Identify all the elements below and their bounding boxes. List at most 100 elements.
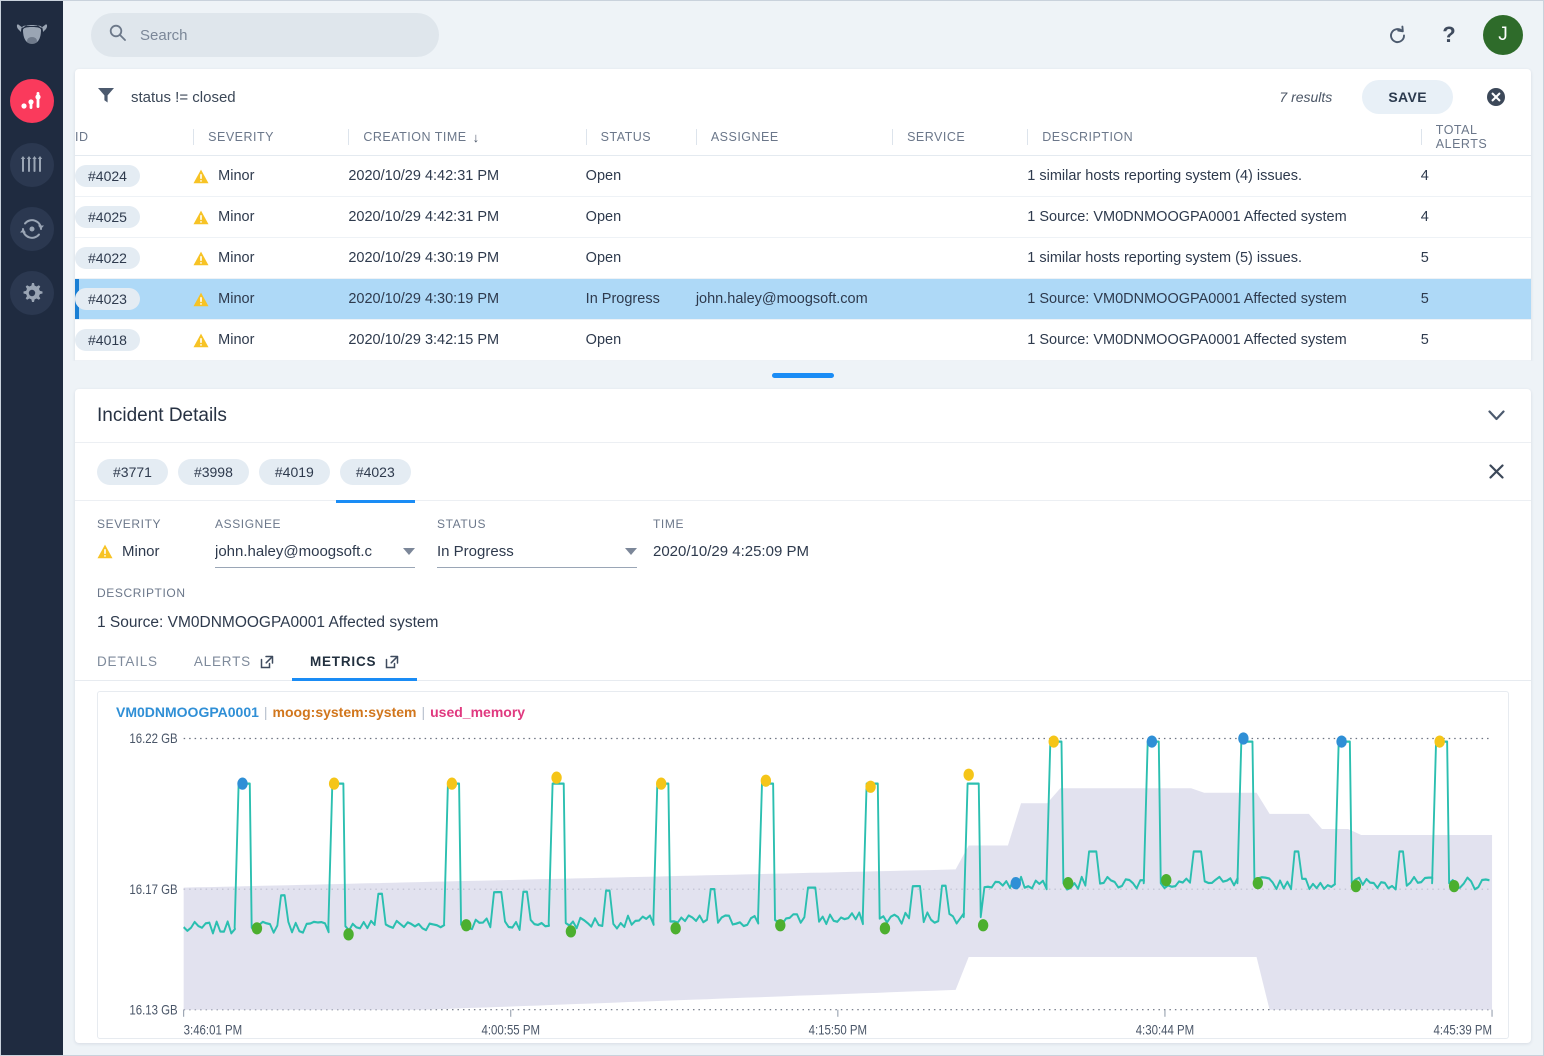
funnel-icon[interactable] [97,86,115,109]
data-point-marker[interactable] [461,919,472,932]
legend-namespace[interactable]: moog:system:system [273,704,417,720]
cell-service [892,155,1028,197]
cell-description: 1 similar hosts reporting system (5) iss… [1027,237,1421,279]
panel-resizer [63,361,1543,389]
column-label: DESCRIPTION [1042,130,1134,144]
incident-id-chip[interactable]: #4024 [75,165,140,187]
incident-id-chip[interactable]: #4022 [75,247,140,269]
cow-logo-icon[interactable] [10,15,54,59]
drag-handle[interactable] [772,372,834,378]
data-point-marker[interactable] [1336,735,1347,748]
data-point-marker[interactable] [1434,735,1445,748]
legend-host[interactable]: VM0DNMOOGPA0001 [116,704,259,720]
data-point-marker[interactable] [551,771,562,784]
column-header-severity[interactable]: SEVERITY [193,125,349,156]
incident-id-tab[interactable]: #4019 [258,458,330,485]
search-input[interactable] [140,26,421,44]
incident-details-panel: Incident Details #3771 #3998 #4019#4023 [75,389,1531,1043]
incident-id-chip[interactable]: #4025 [75,206,140,228]
description-block: DESCRIPTION 1 Source: VM0DNMOOGPA0001 Af… [75,572,1531,632]
incident-id-chip[interactable]: #4023 [75,288,140,310]
severity-value-wrap: Minor [97,543,215,560]
data-point-marker[interactable] [565,925,577,938]
incident-id-tab[interactable]: #4023 [335,458,415,503]
filter-query[interactable]: status != closed [131,89,236,106]
clear-filter-icon[interactable] [1483,84,1509,110]
metrics-chart-wrap: VM0DNMOOGPA0001 | moog:system:system | used_… [75,681,1531,1043]
cell-severity: Minor [193,237,349,279]
data-point-marker[interactable] [343,928,354,941]
data-point-marker[interactable] [1448,880,1460,893]
sidebar-item-incidents[interactable] [10,79,54,123]
cell-creation-time: 2020/10/29 4:42:31 PM [348,155,586,197]
data-point-marker[interactable] [1146,735,1158,748]
column-header-assignee[interactable]: ASSIGNEE [695,125,893,156]
field-assignee: ASSIGNEE john.haley@moogsoft.c [215,517,437,568]
data-point-marker[interactable] [1062,877,1074,890]
cell-assignee [695,196,893,238]
cell-severity: Minor [193,196,349,238]
table-row[interactable]: #4018 Minor 2020/10/29 3:42:15 PM Open 1 Sou… [75,319,1531,361]
chart-plot-area[interactable]: 16.22 GB 16.17 GB 16.13 GB 3:46:01 PM 4:00:5… [106,722,1500,1038]
table-header: ID SEVERITY CREATION TIME ↓ STATUS ASSIGN… [75,123,1531,156]
column-label: STATUS [600,130,652,144]
column-header-service[interactable]: SERVICE [892,125,1028,156]
assignee-select[interactable]: john.haley@moogsoft.c [215,543,415,568]
sidebar-item-alerts[interactable] [10,143,54,187]
chevron-down-icon[interactable] [1483,403,1509,429]
column-header-id[interactable]: ID [75,125,194,156]
column-header-description[interactable]: DESCRIPTION [1027,125,1421,156]
cell-creation-time: 2020/10/29 3:42:15 PM [348,319,586,361]
warning-triangle-icon [97,544,113,559]
tab-alerts[interactable]: ALERTS [176,654,292,680]
tab-metrics[interactable]: METRICS [291,654,418,681]
data-point-marker[interactable] [775,919,786,932]
column-label: ID [75,130,89,144]
table-row[interactable]: #4024 Minor 2020/10/29 4:42:31 PM Open 1 sim… [75,155,1531,197]
search-box[interactable] [91,13,439,57]
data-point-marker[interactable] [977,919,989,932]
help-icon[interactable]: ? [1431,17,1467,53]
field-status: STATUS In Progress [437,517,653,568]
data-point-marker[interactable] [1350,880,1362,893]
column-header-creation-time[interactable]: CREATION TIME ↓ [348,125,586,156]
data-point-marker[interactable] [1161,873,1172,887]
incident-id-tab[interactable]: #3998 [177,458,249,485]
tab-details[interactable]: DETAILS [97,654,176,680]
data-point-marker[interactable] [670,922,681,935]
save-button[interactable]: SAVE [1362,80,1453,114]
table-row[interactable]: #4025 Minor 2020/10/29 4:42:31 PM Open 1 Sou… [75,196,1531,238]
table-row[interactable]: #4023 Minor 2020/10/29 4:30:19 PM In Progre… [75,278,1531,320]
data-point-marker[interactable] [446,777,458,790]
cell-id: #4022 [75,237,194,279]
time-label: TIME [653,517,685,531]
data-point-marker[interactable] [1048,735,1059,748]
close-icon[interactable] [1483,459,1509,485]
cell-status: In Progress [585,278,696,320]
data-point-marker[interactable] [237,777,248,790]
data-point-marker[interactable] [1252,877,1264,890]
column-header-total-alerts[interactable]: TOTAL ALERTS [1420,123,1531,156]
data-point-marker[interactable] [328,777,340,790]
data-point-marker[interactable] [1010,877,1021,890]
table-row[interactable]: #4022 Minor 2020/10/29 4:30:19 PM Open 1 sim… [75,237,1531,279]
data-point-marker[interactable] [656,777,667,790]
incident-id-tab[interactable]: #3771 [97,458,168,485]
data-point-marker[interactable] [963,768,974,781]
chevron-down-icon [403,548,415,555]
avatar[interactable]: J [1483,15,1523,55]
data-point-marker[interactable] [251,922,263,935]
column-header-status[interactable]: STATUS [585,125,696,156]
data-point-marker[interactable] [879,922,891,935]
data-point-marker[interactable] [1238,732,1249,745]
status-select[interactable]: In Progress [437,543,637,568]
sidebar-item-settings[interactable] [10,271,54,315]
data-point-marker[interactable] [760,774,772,787]
sidebar-item-integrations[interactable] [10,207,54,251]
refresh-icon[interactable] [1379,17,1415,53]
legend-metric[interactable]: used_memory [430,704,525,720]
x-axis-tick-label: 3:46:01 PM [184,1023,242,1038]
severity-label: SEVERITY [97,517,162,531]
incident-id-chip[interactable]: #4018 [75,329,140,351]
data-point-marker[interactable] [865,780,876,793]
